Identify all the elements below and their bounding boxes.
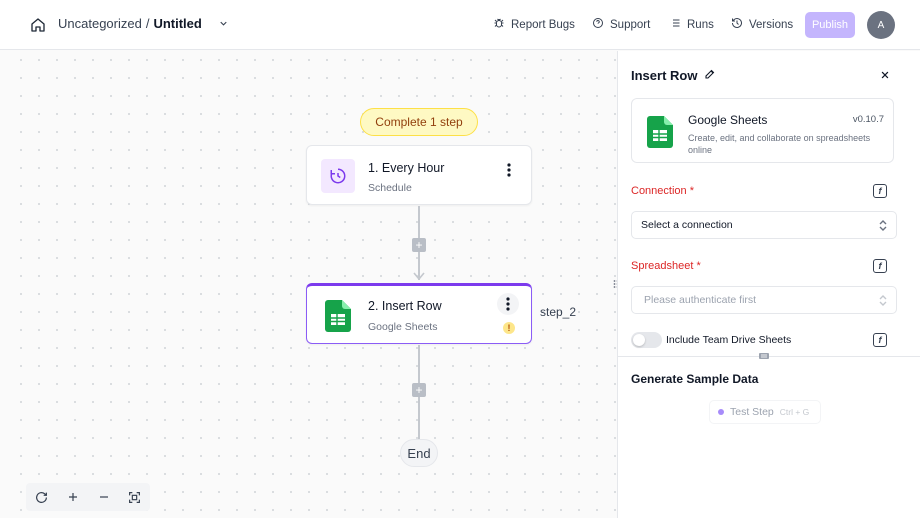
bug-icon — [493, 17, 505, 32]
top-bar: Uncategorized / Untitled Report Bugs Sup… — [0, 0, 920, 50]
incomplete-steps-hint: Complete 1 step — [360, 108, 478, 136]
dynamic-value-toggle[interactable]: f — [873, 259, 887, 273]
include-team-drive-label: Include Team Drive Sheets — [666, 334, 792, 346]
dynamic-value-toggle[interactable]: f — [873, 333, 887, 347]
more-vertical-icon[interactable] — [501, 160, 517, 180]
connection-label: Connection * — [631, 185, 694, 197]
report-bugs-label: Report Bugs — [511, 18, 575, 31]
zoom-in-icon[interactable] — [57, 483, 88, 511]
breadcrumb-separator: / — [145, 16, 150, 31]
spreadsheet-select[interactable]: Please authenticate first — [631, 286, 897, 314]
runs-button[interactable]: Runs — [669, 17, 714, 32]
panel-title: Insert Row — [631, 68, 716, 83]
fit-view-icon[interactable] — [119, 483, 150, 511]
drag-handle-icon[interactable] — [759, 353, 769, 359]
arrow-down-icon — [413, 272, 425, 281]
flow-title[interactable]: Untitled — [153, 16, 201, 31]
node-subtitle: Schedule — [368, 182, 412, 194]
chevron-down-icon[interactable] — [218, 18, 229, 29]
chevrons-up-down-icon — [879, 295, 887, 309]
test-step-button[interactable]: Test Step Ctrl + G — [709, 400, 821, 424]
list-icon — [669, 17, 681, 32]
node-title: 1. Every Hour — [368, 161, 445, 175]
support-button[interactable]: Support — [592, 17, 650, 32]
required-mark: * — [689, 185, 694, 197]
piece-version: v0.10.7 — [852, 114, 884, 125]
add-step-button[interactable]: + — [412, 238, 426, 252]
google-sheets-icon — [647, 115, 673, 154]
keyboard-shortcut: Ctrl + G — [779, 407, 810, 417]
spreadsheet-placeholder: Please authenticate first — [644, 294, 757, 306]
canvas-controls — [26, 483, 150, 511]
dynamic-value-toggle[interactable]: f — [873, 184, 887, 198]
spreadsheet-label-text: Spreadsheet — [631, 260, 694, 272]
pencil-icon[interactable] — [704, 68, 716, 83]
report-bugs-button[interactable]: Report Bugs — [493, 17, 575, 32]
panel-title-text[interactable]: Insert Row — [631, 68, 697, 83]
breadcrumb-folder[interactable]: Uncategorized — [58, 16, 142, 31]
include-team-drive-toggle[interactable] — [631, 332, 662, 348]
generate-sample-data-title: Generate Sample Data — [631, 372, 759, 386]
piece-description: Create, edit, and collaborate on spreads… — [688, 133, 871, 155]
trigger-node-every-hour[interactable]: 1. Every Hour Schedule — [306, 145, 532, 205]
publish-button[interactable]: Publish — [805, 12, 855, 38]
help-circle-icon — [592, 17, 604, 32]
runs-label: Runs — [687, 18, 714, 31]
breadcrumb: Uncategorized / Untitled — [58, 16, 229, 31]
node-subtitle: Google Sheets — [368, 321, 438, 333]
history-icon — [731, 17, 743, 32]
section-divider — [618, 356, 920, 357]
spreadsheet-label: Spreadsheet * — [631, 260, 701, 272]
end-node: End — [400, 439, 438, 467]
test-step-label: Test Step — [730, 406, 774, 418]
clock-icon — [321, 159, 355, 193]
node-title: 2. Insert Row — [368, 299, 442, 313]
more-vertical-icon[interactable] — [497, 293, 519, 315]
avatar[interactable]: A — [867, 11, 895, 39]
connection-select[interactable]: Select a connection — [631, 211, 897, 239]
include-team-drive-row: Include Team Drive Sheets — [631, 332, 791, 348]
versions-label: Versions — [749, 18, 794, 31]
connection-label-text: Connection — [631, 185, 687, 197]
required-mark: * — [696, 260, 701, 272]
connection-select-value: Select a connection — [641, 219, 733, 231]
refresh-icon[interactable] — [26, 483, 57, 511]
support-label: Support — [610, 18, 651, 31]
versions-button[interactable]: Versions — [731, 17, 793, 32]
zoom-out-icon[interactable] — [88, 483, 119, 511]
step-name-label: step_2 — [540, 305, 577, 319]
add-step-button[interactable]: + — [412, 383, 426, 397]
flow-canvas[interactable]: Complete 1 step 1. Every Hour Schedule +… — [12, 51, 617, 518]
piece-name: Google Sheets — [688, 113, 768, 127]
step-settings-panel: Insert Row Google Sheets v0.10.7 Create,… — [617, 51, 920, 518]
home-icon[interactable] — [26, 13, 50, 37]
close-icon[interactable] — [878, 68, 892, 82]
piece-info-card: Google Sheets v0.10.7 Create, edit, and … — [631, 98, 894, 163]
warning-badge: ! — [503, 322, 515, 334]
status-dot — [718, 409, 724, 415]
google-sheets-icon — [321, 299, 355, 333]
action-node-insert-row[interactable]: 2. Insert Row Google Sheets ! — [306, 283, 532, 344]
chevrons-up-down-icon — [879, 220, 887, 234]
